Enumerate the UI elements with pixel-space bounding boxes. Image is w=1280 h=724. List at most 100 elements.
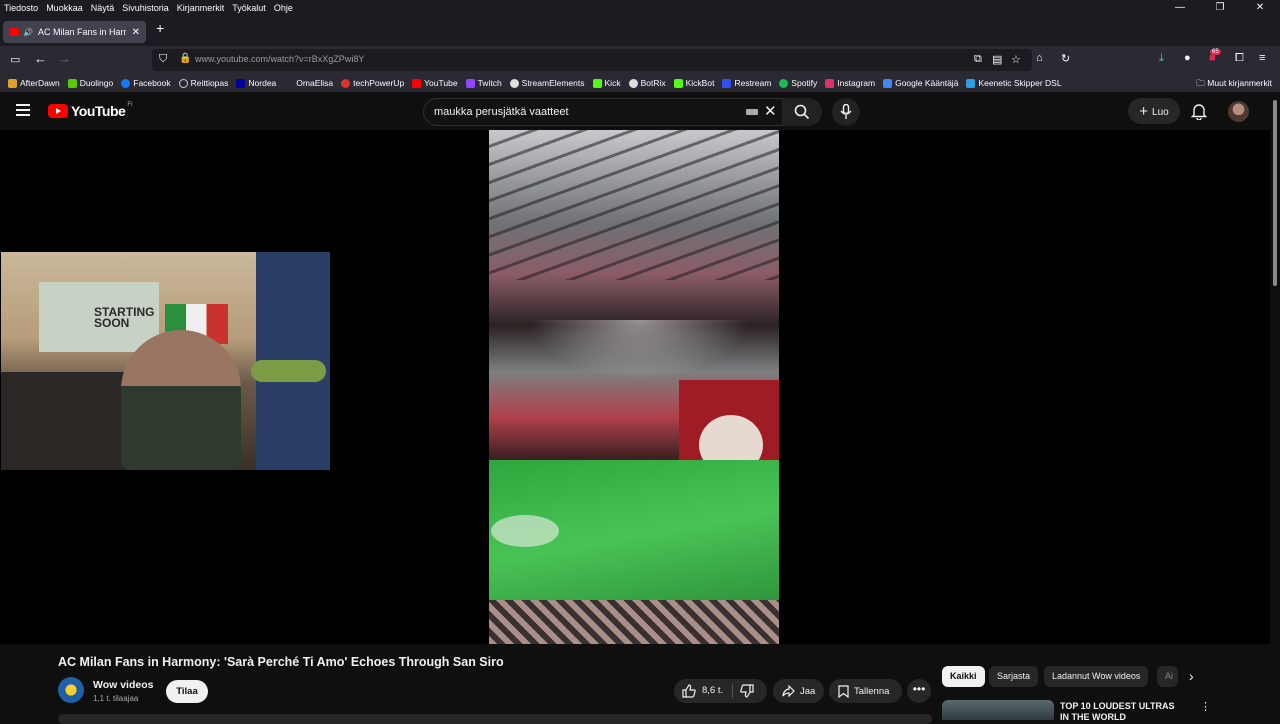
bookmark-google-translate[interactable]: Google Kääntäjä (883, 78, 958, 88)
extensions-puzzle-icon[interactable]: ⧠ (1235, 52, 1244, 65)
reader-view-icon[interactable]: ▤ (992, 53, 1002, 66)
lock-icon[interactable]: 🔒 (179, 53, 191, 64)
youtube-logo[interactable]: YouTube FI (48, 102, 133, 119)
channel-name[interactable]: Wow videos (93, 679, 153, 691)
menu-history[interactable]: Sivuhistoria (118, 3, 173, 13)
bookmark-nordea[interactable]: Nordea (236, 78, 276, 88)
share-label: Jaa (800, 685, 816, 697)
bookmark-restream[interactable]: Restream (722, 78, 771, 88)
menu-edit[interactable]: Muokkaa (42, 3, 87, 13)
crowd-foreground (489, 600, 779, 644)
like-count[interactable]: 8,6 t. (702, 685, 723, 696)
stadium-lights (529, 320, 749, 380)
spotify-icon (779, 78, 789, 88)
search-query[interactable]: maukka perusjätkä vaatteet (434, 106, 569, 118)
speaker-icon[interactable]: 🔊 (23, 28, 33, 37)
page-scrollbar[interactable] (1270, 92, 1280, 720)
thumbs-down-icon[interactable] (740, 684, 754, 698)
app-menu-icon[interactable]: ≡ (1259, 52, 1265, 64)
back-button[interactable]: ← (34, 51, 47, 66)
search-input[interactable]: maukka perusjätkä vaatteet ✕ (423, 98, 784, 126)
bookmark-keenetic[interactable]: Keenetic Skipper DSL (966, 78, 1062, 88)
bookmark-afterdawn[interactable]: AfterDawn (8, 78, 60, 88)
url-text[interactable]: www.youtube.com/watch?v=rBxXgZPwi8Y (195, 54, 364, 64)
menu-tools[interactable]: Työkalut (228, 3, 270, 13)
keyboard-icon[interactable] (746, 109, 758, 115)
menu-bookmarks[interactable]: Kirjanmerkit (173, 3, 229, 13)
search-button[interactable] (782, 98, 822, 126)
bookmark-spotify[interactable]: Spotify (779, 78, 817, 88)
sidebar-toggle-icon[interactable]: ▭ (10, 53, 20, 66)
menu-help[interactable]: Ohje (270, 3, 297, 13)
scrollbar-thumb[interactable] (1273, 100, 1277, 286)
recommended-thumbnail[interactable] (942, 700, 1054, 720)
bookmark-techpowerup[interactable]: techPowerUp (341, 78, 404, 88)
reload-icon[interactable]: ↻ (1061, 52, 1070, 65)
bookmark-botrix[interactable]: BotRix (628, 78, 666, 88)
home-icon[interactable]: ⌂ (1036, 52, 1043, 64)
bookmark-reittiopas[interactable]: Reittiopas (178, 78, 228, 88)
tab-close-icon[interactable]: ✕ (132, 27, 140, 38)
menu-file[interactable]: Tiedosto (0, 3, 42, 13)
youtube-favicon-icon (9, 28, 19, 36)
shield-icon[interactable]: ⛉ (159, 53, 167, 66)
close-window-button[interactable]: ✕ (1240, 0, 1280, 16)
downloads-icon[interactable]: ⤓ (1159, 52, 1164, 65)
bookmark-facebook[interactable]: Facebook (121, 78, 171, 88)
chevron-right-icon[interactable]: › (1189, 668, 1194, 684)
globe-icon (178, 78, 188, 88)
stadium-video-frame[interactable] (489, 130, 779, 644)
other-bookmarks[interactable]: 🗀 Muut kirjanmerkit (1196, 78, 1272, 92)
bookmark-kickbot[interactable]: KickBot (673, 78, 714, 88)
more-actions-button[interactable]: ••• (907, 679, 931, 703)
plus-icon: + (1139, 103, 1149, 120)
bookmark-star-icon[interactable]: ☆ (1011, 53, 1021, 66)
create-button[interactable]: + Luo (1128, 98, 1180, 124)
chip-series[interactable]: Sarjasta (989, 666, 1039, 687)
like-dislike-group: 8,6 t. (674, 679, 767, 703)
tab-title: AC Milan Fans in Harmony: (37, 27, 126, 37)
bookmark-twitch[interactable]: Twitch (465, 78, 502, 88)
stadium-roof (489, 130, 779, 280)
share-button[interactable]: Jaa (773, 679, 824, 703)
forward-button[interactable]: → (58, 51, 71, 66)
new-tab-button[interactable]: + (156, 20, 164, 36)
menu-view[interactable]: Näytä (87, 3, 119, 13)
kickbot-icon (673, 78, 683, 88)
bookmark-omaelisa[interactable]: OmaElisa (284, 78, 333, 88)
video-player[interactable]: STARTING SOON (0, 130, 1270, 644)
avatar[interactable] (1228, 101, 1249, 122)
like-divider (732, 684, 733, 698)
save-button[interactable]: Tallenna (829, 679, 902, 703)
chip-all[interactable]: Kaikki (942, 666, 985, 687)
kick-icon (592, 78, 602, 88)
description-box[interactable] (58, 714, 932, 724)
voice-search-button[interactable] (832, 98, 860, 126)
kebab-menu-icon[interactable]: ⋮ (1200, 700, 1211, 713)
bookmark-duolingo[interactable]: Duolingo (67, 78, 113, 88)
share-icon (782, 685, 795, 697)
bookmark-icon (838, 684, 849, 698)
extension-badge: 65 (1210, 49, 1221, 55)
tab-bar: 🔊 AC Milan Fans in Harmony: ✕ + (0, 16, 1280, 46)
picture-in-picture-icon[interactable]: ⧉ (974, 53, 982, 66)
bookmark-streamelements[interactable]: StreamElements (509, 78, 585, 88)
minimize-button[interactable]: — (1160, 0, 1200, 16)
subscribe-button[interactable]: Tilaa (166, 680, 208, 703)
bookmark-instagram[interactable]: Instagram (825, 78, 875, 88)
account-icon[interactable]: ● (1184, 52, 1191, 64)
thumbs-up-icon[interactable] (682, 684, 696, 698)
bookmark-youtube[interactable]: YouTube (412, 78, 458, 88)
clear-search-icon[interactable]: ✕ (764, 102, 777, 120)
url-bar[interactable]: ⛉ 🔒 www.youtube.com/watch?v=rBxXgZPwi8Y … (152, 49, 1032, 71)
restore-button[interactable]: ❐ (1200, 0, 1240, 16)
chip-more[interactable]: Ai (1157, 666, 1178, 687)
channel-avatar[interactable] (58, 677, 84, 703)
afterdawn-icon (8, 78, 17, 88)
tab-active[interactable]: 🔊 AC Milan Fans in Harmony: ✕ (3, 21, 146, 43)
streamer (121, 330, 241, 470)
notifications-bell-icon[interactable] (1191, 103, 1207, 120)
chip-uploaded-by[interactable]: Ladannut Wow videos (1044, 666, 1149, 687)
hamburger-menu-icon[interactable] (16, 104, 30, 119)
bookmark-kick[interactable]: Kick (592, 78, 621, 88)
